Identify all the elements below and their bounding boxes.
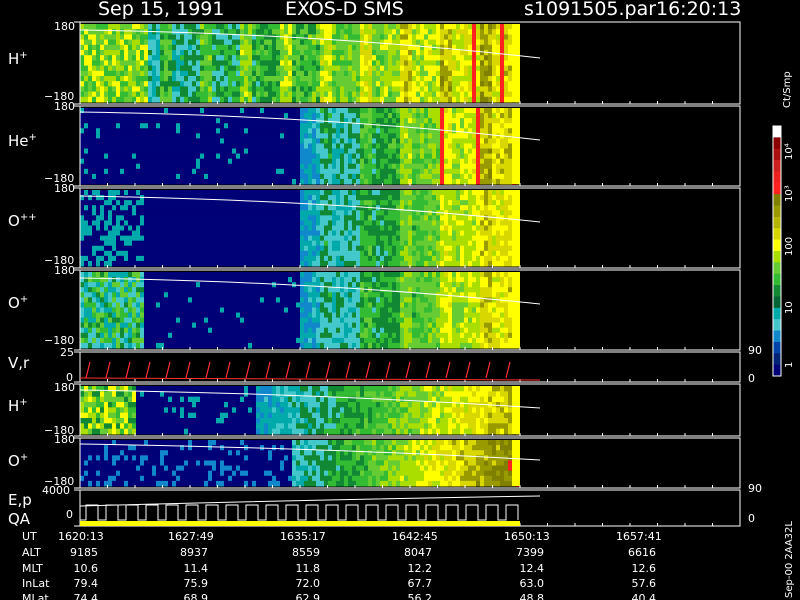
panel-frame-7 <box>79 489 741 527</box>
colorbar-swatch-3 <box>773 160 781 172</box>
eph-value-alt-4: 7399 <box>516 546 544 559</box>
tick-p3-top: 180 <box>54 182 75 195</box>
eph-value-mlat-0: 74.4 <box>73 592 99 600</box>
eph-value-mlt-0: 10.6 <box>73 562 99 575</box>
eph-label-mlat: MLat <box>22 592 49 600</box>
eph-value-alt-0: 9185 <box>70 546 98 559</box>
eph-value-alt-5: 6616 <box>628 546 656 559</box>
colorbar-swatch-20 <box>773 353 781 366</box>
eph-value-inlat-5: 57.6 <box>631 577 657 590</box>
eph-value-ut-5: 1657:41 <box>616 530 662 543</box>
eph-label-inlat: InLat <box>22 577 50 590</box>
spectrogram-page: { "header": { "date": "Sep 15, 1991", "i… <box>0 0 800 600</box>
eph-value-mlat-1: 68.9 <box>183 592 209 600</box>
panel-label-ep: E,p <box>8 491 32 509</box>
tick-ep-top: 4000 <box>42 484 70 497</box>
eph-value-ut-1: 1627:49 <box>168 530 214 543</box>
colorbar-swatch-7 <box>773 205 781 218</box>
eph-value-alt-1: 8937 <box>180 546 208 559</box>
panel-label-h-plus-small: H+ <box>8 397 28 415</box>
eph-value-mlt-4: 12.4 <box>519 562 545 575</box>
eph-value-ut-4: 1650:13 <box>504 530 550 543</box>
eph-value-mlt-5: 12.6 <box>631 562 657 575</box>
colorbar-swatch-1 <box>773 137 781 150</box>
title-instrument: EXOS-D SMS <box>285 0 404 20</box>
panel-label-o-plus: O+ <box>8 294 29 312</box>
colorbar-swatch-14 <box>773 285 781 297</box>
eph-value-mlt-2: 11.8 <box>295 562 321 575</box>
eph-value-inlat-1: 75.9 <box>183 577 209 590</box>
colorbar-swatch-12 <box>773 262 781 275</box>
tick-ep-right-bottom: 0 <box>748 512 755 525</box>
colorbar-tick-100: 100 <box>784 236 795 256</box>
vr-sawtooth <box>85 361 511 379</box>
eph-value-inlat-3: 67.7 <box>407 577 433 590</box>
title-file: s1091505.par <box>524 0 657 20</box>
colorbar-tick-1000: 10³ <box>784 185 795 202</box>
tick-p2-top: 180 <box>54 100 75 113</box>
qa-bar <box>80 521 520 526</box>
eph-label-alt: ALT <box>22 546 41 559</box>
colorbar-tick-10: 10 <box>784 301 795 314</box>
colorbar-swatch-10 <box>773 239 781 252</box>
eph-value-mlat-2: 62.9 <box>295 592 321 600</box>
colorbar-swatch-11 <box>773 251 781 263</box>
panel-label-h-plus: H+ <box>8 50 28 68</box>
colorbar-swatch-5 <box>773 182 781 195</box>
panel-label-o-plus-small: O+ <box>8 452 29 470</box>
colorbar-swatch-19 <box>773 341 781 354</box>
tick-s1-top: 180 <box>54 381 75 394</box>
colorbar-swatch-0 <box>773 126 781 138</box>
eph-value-ut-3: 1642:45 <box>392 530 438 543</box>
colorbar-swatch-15 <box>773 296 781 309</box>
eph-value-inlat-4: 63.0 <box>519 577 545 590</box>
eph-label-mlt: MLT <box>22 562 43 575</box>
panel-frame-4 <box>79 351 741 383</box>
panel-label-he-plus: He+ <box>8 132 37 150</box>
colorbar-unit-label: Ct/Smp <box>782 71 793 108</box>
colorbar-swatch-18 <box>773 330 781 343</box>
tick-p4-top: 180 <box>54 264 75 277</box>
eph-value-alt-3: 8047 <box>404 546 432 559</box>
colorbar-swatch-13 <box>773 273 781 286</box>
colorbar-swatch-21 <box>773 364 781 377</box>
colorbar-tick-10000: 10⁴ <box>784 143 795 160</box>
eph-value-ut-2: 1635:17 <box>280 530 326 543</box>
colorbar-swatch-9 <box>773 228 781 241</box>
ep-staircase <box>80 504 519 521</box>
colorbar-swatch-17 <box>773 319 781 332</box>
panel-label-qa: QA <box>8 510 31 528</box>
footer-id: Sep-00 2AA32L <box>784 521 795 598</box>
eph-value-inlat-0: 79.4 <box>73 577 99 590</box>
eph-label-ut: UT <box>22 530 37 543</box>
tick-vr-right-top: 90 <box>748 344 762 357</box>
tick-ep-right-top: 90 <box>748 482 762 495</box>
title-time: 16:20:13 <box>656 0 742 20</box>
tick-p1-top: 180 <box>54 20 75 33</box>
eph-value-mlat-4: 48.8 <box>519 592 545 600</box>
tick-s2-top: 180 <box>54 433 75 446</box>
colorbar-swatch-2 <box>773 148 781 161</box>
eph-value-mlt-1: 11.4 <box>183 562 209 575</box>
tick-vr-right-bottom: 0 <box>748 372 755 385</box>
eph-value-inlat-2: 72.0 <box>295 577 321 590</box>
vr-baseline <box>79 377 541 381</box>
colorbar-tick-1: 1 <box>784 361 795 368</box>
tick-ep-bottom: 0 <box>66 508 73 521</box>
colorbar-swatch-4 <box>773 171 781 184</box>
tick-vr-top: 25 <box>60 346 74 359</box>
eph-value-ut-0: 1620:13 <box>58 530 104 543</box>
title-date: Sep 15, 1991 <box>98 0 225 20</box>
colorbar-swatch-8 <box>773 216 781 229</box>
eph-value-mlat-3: 56.2 <box>407 592 433 600</box>
spectrogram-canvas <box>74 21 782 527</box>
colorbar-swatch-6 <box>773 194 781 207</box>
eph-value-alt-2: 8559 <box>292 546 320 559</box>
eph-value-mlat-5: 40.4 <box>631 592 657 600</box>
panel-label-o-plus-plus: O++ <box>8 212 37 230</box>
colorbar-swatch-16 <box>773 307 781 320</box>
panel-label-vr: V,r <box>8 354 30 372</box>
eph-value-mlt-3: 12.2 <box>407 562 433 575</box>
